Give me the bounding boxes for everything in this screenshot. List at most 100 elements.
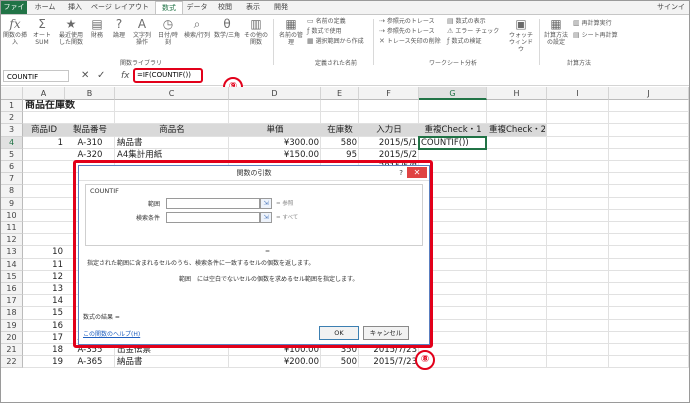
enter-icon[interactable]: ✓ (97, 70, 105, 82)
row-header-13[interactable]: 13 (1, 246, 23, 259)
insert-function-icon[interactable]: fx (121, 70, 130, 82)
table-cell[interactable]: A-365 (67, 356, 113, 368)
collapse-criteria-icon[interactable]: ⇲ (260, 212, 272, 223)
table-cell[interactable]: 1 (25, 137, 63, 149)
column-header-d[interactable]: D (229, 87, 321, 100)
row-header-17[interactable]: 17 (1, 295, 23, 308)
row-header-18[interactable]: 18 (1, 307, 23, 320)
column-header-b[interactable]: B (65, 87, 115, 100)
calc-now-button[interactable]: ▥ 再計算実行 (573, 19, 612, 28)
tab-insert[interactable]: 挿入 (63, 1, 87, 14)
show-formulas-button[interactable]: ▤ 数式の表示 (447, 17, 486, 26)
sign-in-link[interactable]: サインイ (657, 1, 685, 14)
more-functions-button[interactable]: ▥ その他の関数 (243, 17, 269, 46)
table-cell[interactable]: 19 (25, 356, 63, 368)
row-header-14[interactable]: 14 (1, 258, 23, 271)
row-header-2[interactable]: 2 (1, 112, 23, 125)
row-header-8[interactable]: 8 (1, 185, 23, 198)
row-header-10[interactable]: 10 (1, 209, 23, 222)
financial-button[interactable]: ▤ 財務 (87, 17, 107, 39)
remove-arrows-button[interactable]: ✕ トレース矢印の削除 (379, 37, 441, 46)
table-cell[interactable]: 15 (25, 307, 63, 319)
column-header-i[interactable]: I (547, 87, 609, 100)
table-header-cell[interactable]: 商品ID (25, 124, 63, 136)
table-cell[interactable]: 580 (323, 137, 357, 149)
recently-used-button[interactable]: ★ 最近使用した関数 (57, 17, 85, 46)
table-cell[interactable]: 13 (25, 283, 63, 295)
ok-button[interactable]: OK (319, 326, 359, 340)
name-manager-button[interactable]: ▦ 名前の管理 (279, 17, 303, 46)
trace-precedents-button[interactable]: ⇢ 参照元のトレース (379, 17, 435, 26)
table-cell[interactable]: 2015/5/1 (361, 137, 417, 149)
row-header-22[interactable]: 22 (1, 356, 23, 369)
math-button[interactable]: θ 数学/三角 (213, 17, 241, 39)
sheet-title[interactable]: 商品在庫数 (25, 100, 145, 112)
range-input[interactable] (166, 198, 260, 209)
table-cell[interactable]: A-310 (67, 137, 113, 149)
row-header-9[interactable]: 9 (1, 197, 23, 210)
select-all-corner[interactable] (1, 87, 23, 100)
tab-developer[interactable]: 開発 (269, 1, 293, 14)
column-header-g[interactable]: G (419, 87, 487, 100)
row-header-15[interactable]: 15 (1, 270, 23, 283)
table-cell[interactable]: 納品書 (117, 356, 227, 368)
calc-options-button[interactable]: ▦ 計算方法の設定 (543, 17, 569, 46)
formula-input[interactable]: =IF(COUNTIF()) (133, 68, 203, 83)
row-header-19[interactable]: 19 (1, 319, 23, 332)
table-header-cell[interactable]: 重複Check・2 (489, 124, 545, 136)
table-header-cell[interactable]: 製品番号 (67, 124, 113, 136)
table-cell[interactable]: ¥300.00 (231, 137, 319, 149)
table-cell[interactable]: 18 (25, 344, 63, 356)
trace-dependents-button[interactable]: ⇢ 参照先のトレース (379, 27, 435, 36)
autosum-button[interactable]: Σ オートSUM (29, 17, 55, 46)
tab-file[interactable]: ファイル (1, 1, 27, 24)
collapse-range-icon[interactable]: ⇲ (260, 198, 272, 209)
create-from-selection-button[interactable]: ▦ 選択範囲から作成 (307, 37, 364, 46)
tab-home[interactable]: ホーム (31, 1, 59, 14)
use-in-formula-button[interactable]: ƒ 数式で使用 (307, 27, 341, 36)
row-header-12[interactable]: 12 (1, 234, 23, 247)
tab-review[interactable]: 校閲 (213, 1, 237, 14)
criteria-input[interactable] (166, 212, 260, 223)
cancel-icon[interactable]: ✕ (81, 70, 89, 82)
row-header-5[interactable]: 5 (1, 148, 23, 161)
row-header-11[interactable]: 11 (1, 222, 23, 235)
table-cell[interactable]: 12 (25, 271, 63, 283)
name-box[interactable]: COUNTIF (3, 70, 69, 82)
table-cell[interactable]: 納品書 (117, 137, 227, 149)
close-icon[interactable]: ✕ (407, 167, 427, 178)
row-header-7[interactable]: 7 (1, 173, 23, 186)
logical-button[interactable]: ? 論理 (109, 17, 129, 39)
function-help-link[interactable]: この関数のヘルプ(H) (83, 329, 140, 338)
tab-formulas[interactable]: 数式 (155, 1, 183, 15)
row-header-1[interactable]: 1 (1, 100, 23, 113)
watch-window-button[interactable]: ▣ ウォッチウィンドウ (507, 17, 535, 53)
table-cell[interactable]: 11 (25, 259, 63, 271)
date-time-button[interactable]: ◷ 日付/時刻 (155, 17, 181, 46)
error-checking-button[interactable]: ⚠ エラー チェック (447, 27, 499, 36)
dialog-title[interactable]: 関数の引数 (79, 166, 429, 181)
column-header-h[interactable]: H (487, 87, 547, 100)
active-cell-g4[interactable] (418, 135, 487, 150)
column-header-e[interactable]: E (321, 87, 359, 100)
table-cell[interactable]: ¥200.00 (231, 356, 319, 368)
calc-sheet-button[interactable]: ▤ シート再計算 (573, 31, 618, 40)
text-button[interactable]: A 文字列操作 (131, 17, 153, 46)
column-header-c[interactable]: C (115, 87, 229, 100)
table-cell[interactable]: 17 (25, 332, 63, 344)
table-header-cell[interactable]: 入力日 (361, 124, 417, 136)
table-cell[interactable]: 10 (25, 246, 63, 258)
row-header-16[interactable]: 16 (1, 283, 23, 296)
cancel-button[interactable]: キャンセル (363, 326, 409, 340)
row-header-20[interactable]: 20 (1, 331, 23, 344)
row-header-3[interactable]: 3 (1, 124, 23, 137)
tab-page-layout[interactable]: ページ レイアウト (89, 1, 151, 14)
lookup-button[interactable]: ⌕ 検索/行列 (183, 17, 211, 39)
row-header-4[interactable]: 4 (1, 136, 23, 149)
table-header-cell[interactable]: 商品名 (117, 124, 227, 136)
tab-data[interactable]: データ (185, 1, 209, 14)
row-header-21[interactable]: 21 (1, 344, 23, 357)
insert-function-button[interactable]: fx 関数の挿入 (3, 17, 27, 46)
column-header-a[interactable]: A (23, 87, 65, 100)
table-cell[interactable]: 16 (25, 320, 63, 332)
